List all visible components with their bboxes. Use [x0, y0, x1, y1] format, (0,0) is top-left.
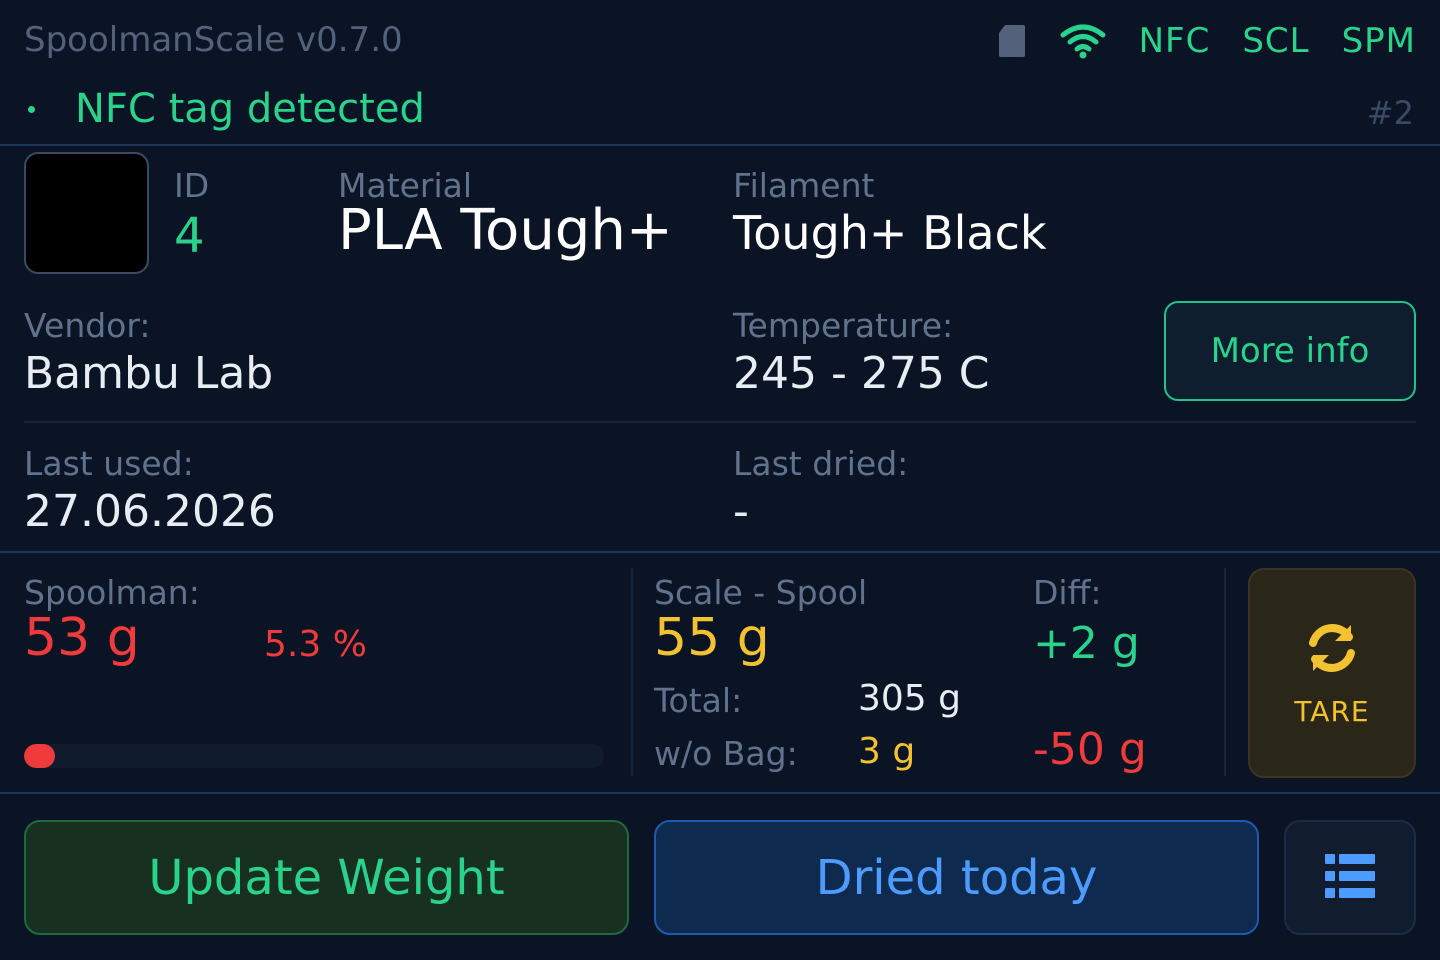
scale-weight: 55 g: [654, 608, 770, 668]
menu-button[interactable]: [1284, 820, 1416, 935]
app-title: SpoolmanScale v0.7.0: [24, 20, 403, 60]
sd-card-icon: [997, 23, 1027, 59]
scale-status: SCL: [1242, 21, 1310, 61]
more-info-button[interactable]: More info: [1164, 301, 1416, 401]
id-value: 4: [174, 208, 205, 264]
total-label: Total:: [654, 681, 743, 720]
list-icon: [1325, 853, 1375, 902]
last-used-label: Last used:: [24, 444, 194, 483]
scale-label: Scale - Spool: [654, 573, 868, 612]
tare-label: TARE: [1294, 694, 1370, 728]
color-swatch: [24, 152, 149, 274]
weights-divider: [0, 551, 1440, 553]
tare-button[interactable]: TARE: [1248, 568, 1416, 778]
material-value: PLA Tough+: [338, 198, 673, 263]
spoolman-status: SPM: [1341, 21, 1416, 61]
actions-divider: [0, 792, 1440, 794]
spoolman-label: Spoolman:: [24, 573, 200, 612]
refresh-icon: [1303, 619, 1361, 681]
header-divider: [0, 144, 1440, 146]
last-dried-value: -: [733, 486, 749, 537]
tag-dot-icon: [28, 105, 35, 113]
temperature-value: 245 - 275 C: [733, 348, 990, 399]
filament-value: Tough+ Black: [733, 206, 1047, 260]
dried-today-button[interactable]: Dried today: [654, 820, 1259, 935]
weights-separator: [631, 568, 633, 776]
wifi-icon: [1059, 23, 1107, 59]
last-dried-label: Last dried:: [733, 444, 909, 483]
diff-value: +2 g: [1033, 618, 1140, 669]
remaining-progress-fill: [24, 744, 55, 768]
remaining-progress-bar: [24, 744, 604, 768]
status-bar: NFC SCL SPM: [997, 16, 1416, 66]
nfc-status: NFC: [1138, 21, 1211, 61]
tare-separator: [1224, 568, 1226, 776]
vendor-label: Vendor:: [24, 306, 151, 345]
total-value: 305 g: [858, 678, 962, 719]
last-used-value: 27.06.2026: [24, 486, 276, 537]
tag-status: NFC tag detected: [24, 86, 425, 132]
wobag-diff: -50 g: [1033, 724, 1147, 775]
tag-count: #2: [1366, 94, 1414, 132]
vendor-value: Bambu Lab: [24, 348, 274, 399]
spoolman-percent: 5.3 %: [264, 624, 367, 665]
wobag-label: w/o Bag:: [654, 734, 798, 773]
tag-status-text: NFC tag detected: [75, 86, 425, 132]
id-label: ID: [174, 166, 210, 205]
filament-label: Filament: [733, 166, 875, 205]
info-divider: [24, 421, 1416, 423]
diff-label: Diff:: [1033, 573, 1102, 612]
temperature-label: Temperature:: [733, 306, 954, 345]
spoolman-weight: 53 g: [24, 608, 140, 668]
wobag-value: 3 g: [858, 731, 916, 772]
update-weight-button[interactable]: Update Weight: [24, 820, 629, 935]
